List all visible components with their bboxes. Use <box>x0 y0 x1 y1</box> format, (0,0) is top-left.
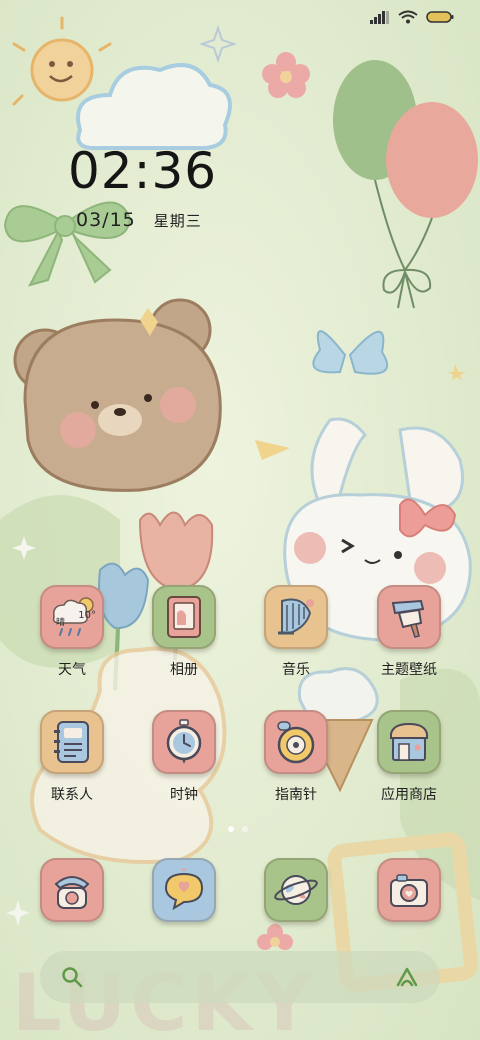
bear-doodle <box>13 298 222 492</box>
app-label: 相册 <box>170 662 198 678</box>
app-label: 主题壁纸 <box>381 662 437 678</box>
page-dot <box>242 826 248 832</box>
clock-date: 03/15 <box>76 209 136 231</box>
dock-browser[interactable] <box>241 858 351 922</box>
weather-icon[interactable]: 晴 10° <box>40 585 104 649</box>
app-label: 天气 <box>58 662 86 678</box>
phone-icon[interactable] <box>40 858 104 922</box>
page-dot-active <box>228 826 234 832</box>
app-store[interactable]: 应用商店 <box>354 710 464 804</box>
contacts-book-icon[interactable] <box>40 710 104 774</box>
browser-planet-icon[interactable] <box>264 858 328 922</box>
wifi-icon <box>398 10 418 24</box>
app-label: 指南针 <box>275 787 317 803</box>
app-contacts[interactable]: 联系人 <box>17 710 127 804</box>
app-store-icon[interactable] <box>377 710 441 774</box>
app-label: 时钟 <box>170 787 198 803</box>
dock-camera[interactable] <box>354 858 464 922</box>
status-bar <box>370 10 454 24</box>
weather-temp: 10° <box>78 610 96 621</box>
compass-icon[interactable] <box>264 710 328 774</box>
app-compass[interactable]: 指南针 <box>241 710 351 804</box>
app-themes[interactable]: 主题壁纸 <box>354 585 464 679</box>
paint-brush-icon[interactable] <box>377 585 441 649</box>
clock-weekday: 星期三 <box>153 212 202 230</box>
photo-album-icon[interactable] <box>152 585 216 649</box>
assistant-icon[interactable] <box>394 965 420 989</box>
app-weather[interactable]: 晴 10° 天气 <box>17 585 127 679</box>
app-label: 应用商店 <box>381 787 437 803</box>
app-clock[interactable]: 时钟 <box>129 710 239 804</box>
music-harp-icon[interactable] <box>264 585 328 649</box>
app-music[interactable]: 音乐 <box>241 585 351 679</box>
signal-icon <box>370 11 389 24</box>
search-bar[interactable] <box>40 951 440 1003</box>
dock-messages[interactable] <box>129 858 239 922</box>
app-label: 联系人 <box>51 787 93 803</box>
dock-phone[interactable] <box>17 858 127 922</box>
clock-icon[interactable] <box>152 710 216 774</box>
clock-date-row: 03/15 星期三 <box>76 209 202 231</box>
app-photos[interactable]: 相册 <box>129 585 239 679</box>
clock-time[interactable]: 02:36 <box>68 146 217 196</box>
weather-condition: 晴 <box>56 618 66 628</box>
camera-icon[interactable] <box>377 858 441 922</box>
battery-icon <box>426 11 454 23</box>
app-label: 音乐 <box>282 662 310 678</box>
message-bubble-icon[interactable] <box>152 858 216 922</box>
search-icon[interactable] <box>60 965 84 989</box>
page-indicator <box>228 826 248 832</box>
